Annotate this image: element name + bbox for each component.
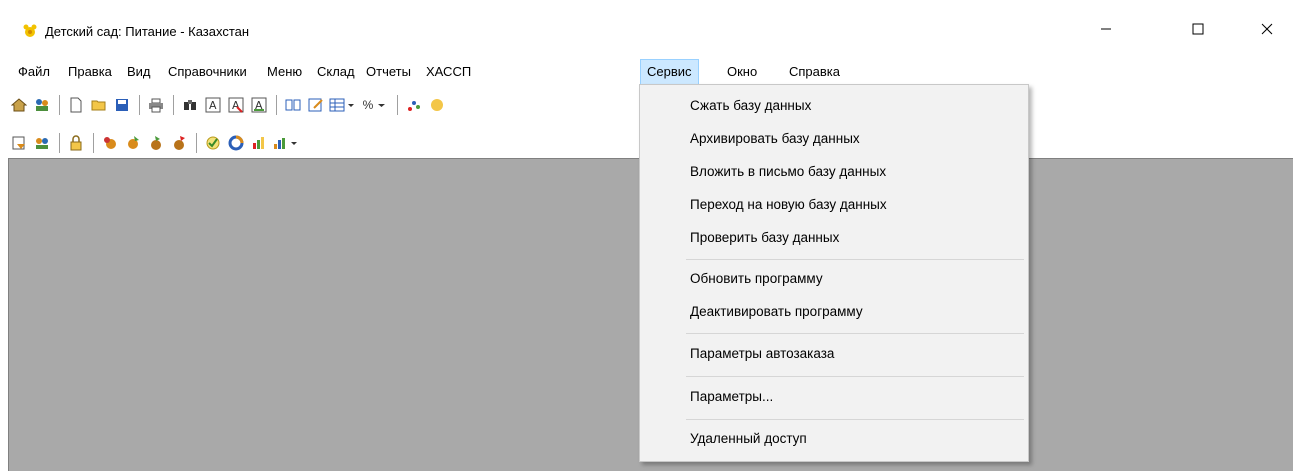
toolbar-main: A A A % [8,92,449,118]
toolbar-separator [59,95,60,115]
app-icon [22,23,38,39]
menu-reports[interactable]: Отчеты [360,60,417,84]
users-icon[interactable] [31,94,53,116]
export-icon[interactable] [8,132,30,154]
menu-item-check-db[interactable]: Проверить базу данных [690,227,839,249]
menu-separator [686,259,1024,260]
bar-chart-icon[interactable] [271,132,303,154]
food-3-icon[interactable] [145,132,167,154]
percent-icon[interactable]: % [359,94,391,116]
bars-3d-icon[interactable] [248,132,270,154]
percent-label: % [362,98,374,112]
menu-window[interactable]: Окно [721,60,763,84]
window-title: Детский сад: Питание - Казахстан [45,24,250,39]
menu-item-autoorder-settings[interactable]: Параметры автозаказа [690,343,834,365]
toolbar-separator [276,95,277,115]
toolbar-separator [93,133,94,153]
menu-references[interactable]: Справочники [162,60,253,84]
menu-menu[interactable]: Меню [261,60,308,84]
menu-bar: Файл Правка Вид Справочники Меню Склад О… [0,59,1293,85]
home-icon[interactable] [8,94,30,116]
close-button[interactable] [1244,14,1290,44]
service-dropdown-menu: Сжать базу данных Архивировать базу данн… [639,84,1029,462]
open-folder-icon[interactable] [88,94,110,116]
toolbar-separator [59,133,60,153]
toolbar-separator [139,95,140,115]
table-icon[interactable] [328,94,358,116]
menu-item-deactivate-program[interactable]: Деактивировать программу [690,301,863,323]
toolbar-separator [173,95,174,115]
menu-separator [686,419,1024,420]
food-icon[interactable] [99,132,121,154]
toolbar-separator [196,133,197,153]
find-icon[interactable] [179,94,201,116]
save-icon[interactable] [111,94,133,116]
print-icon[interactable] [145,94,167,116]
menu-item-remote-access[interactable]: Удаленный доступ [690,428,807,450]
menu-item-archive-db[interactable]: Архивировать базу данных [690,128,860,150]
menu-haccp[interactable]: ХАССП [420,60,477,84]
menu-item-update-program[interactable]: Обновить программу [690,268,823,290]
menu-item-compress-db[interactable]: Сжать базу данных [690,95,811,117]
menu-item-settings[interactable]: Параметры... [690,386,773,408]
toolbar-secondary [8,130,304,156]
chart-round-icon[interactable] [426,94,448,116]
text-a-red-icon[interactable]: A [225,94,247,116]
lock-icon[interactable] [65,132,87,154]
toolbar-separator [397,95,398,115]
text-a-icon[interactable]: A [202,94,224,116]
menu-help[interactable]: Справка [783,60,846,84]
text-a-edit-icon[interactable]: A [248,94,270,116]
book-icon[interactable] [282,94,304,116]
food-2-icon[interactable] [122,132,144,154]
menu-view[interactable]: Вид [121,60,157,84]
svg-text:A: A [209,99,217,112]
chart-dots-icon[interactable] [403,94,425,116]
contacts-icon[interactable] [31,132,53,154]
new-document-icon[interactable] [65,94,87,116]
donut-icon[interactable] [225,132,247,154]
food-4-icon[interactable] [168,132,190,154]
check-icon[interactable] [202,132,224,154]
edit-note-icon[interactable] [305,94,327,116]
menu-service[interactable]: Сервис [640,59,699,85]
menu-item-new-db[interactable]: Переход на новую базу данных [690,194,887,216]
maximize-button[interactable] [1175,14,1221,44]
menu-file[interactable]: Файл [12,60,56,84]
menu-item-email-db[interactable]: Вложить в письмо базу данных [690,161,886,183]
menu-separator [686,376,1024,377]
minimize-button[interactable] [1083,14,1129,44]
title-bar: Детский сад: Питание - Казахстан [0,0,1293,57]
menu-edit[interactable]: Правка [62,60,118,84]
menu-warehouse[interactable]: Склад [311,60,361,84]
menu-separator [686,333,1024,334]
